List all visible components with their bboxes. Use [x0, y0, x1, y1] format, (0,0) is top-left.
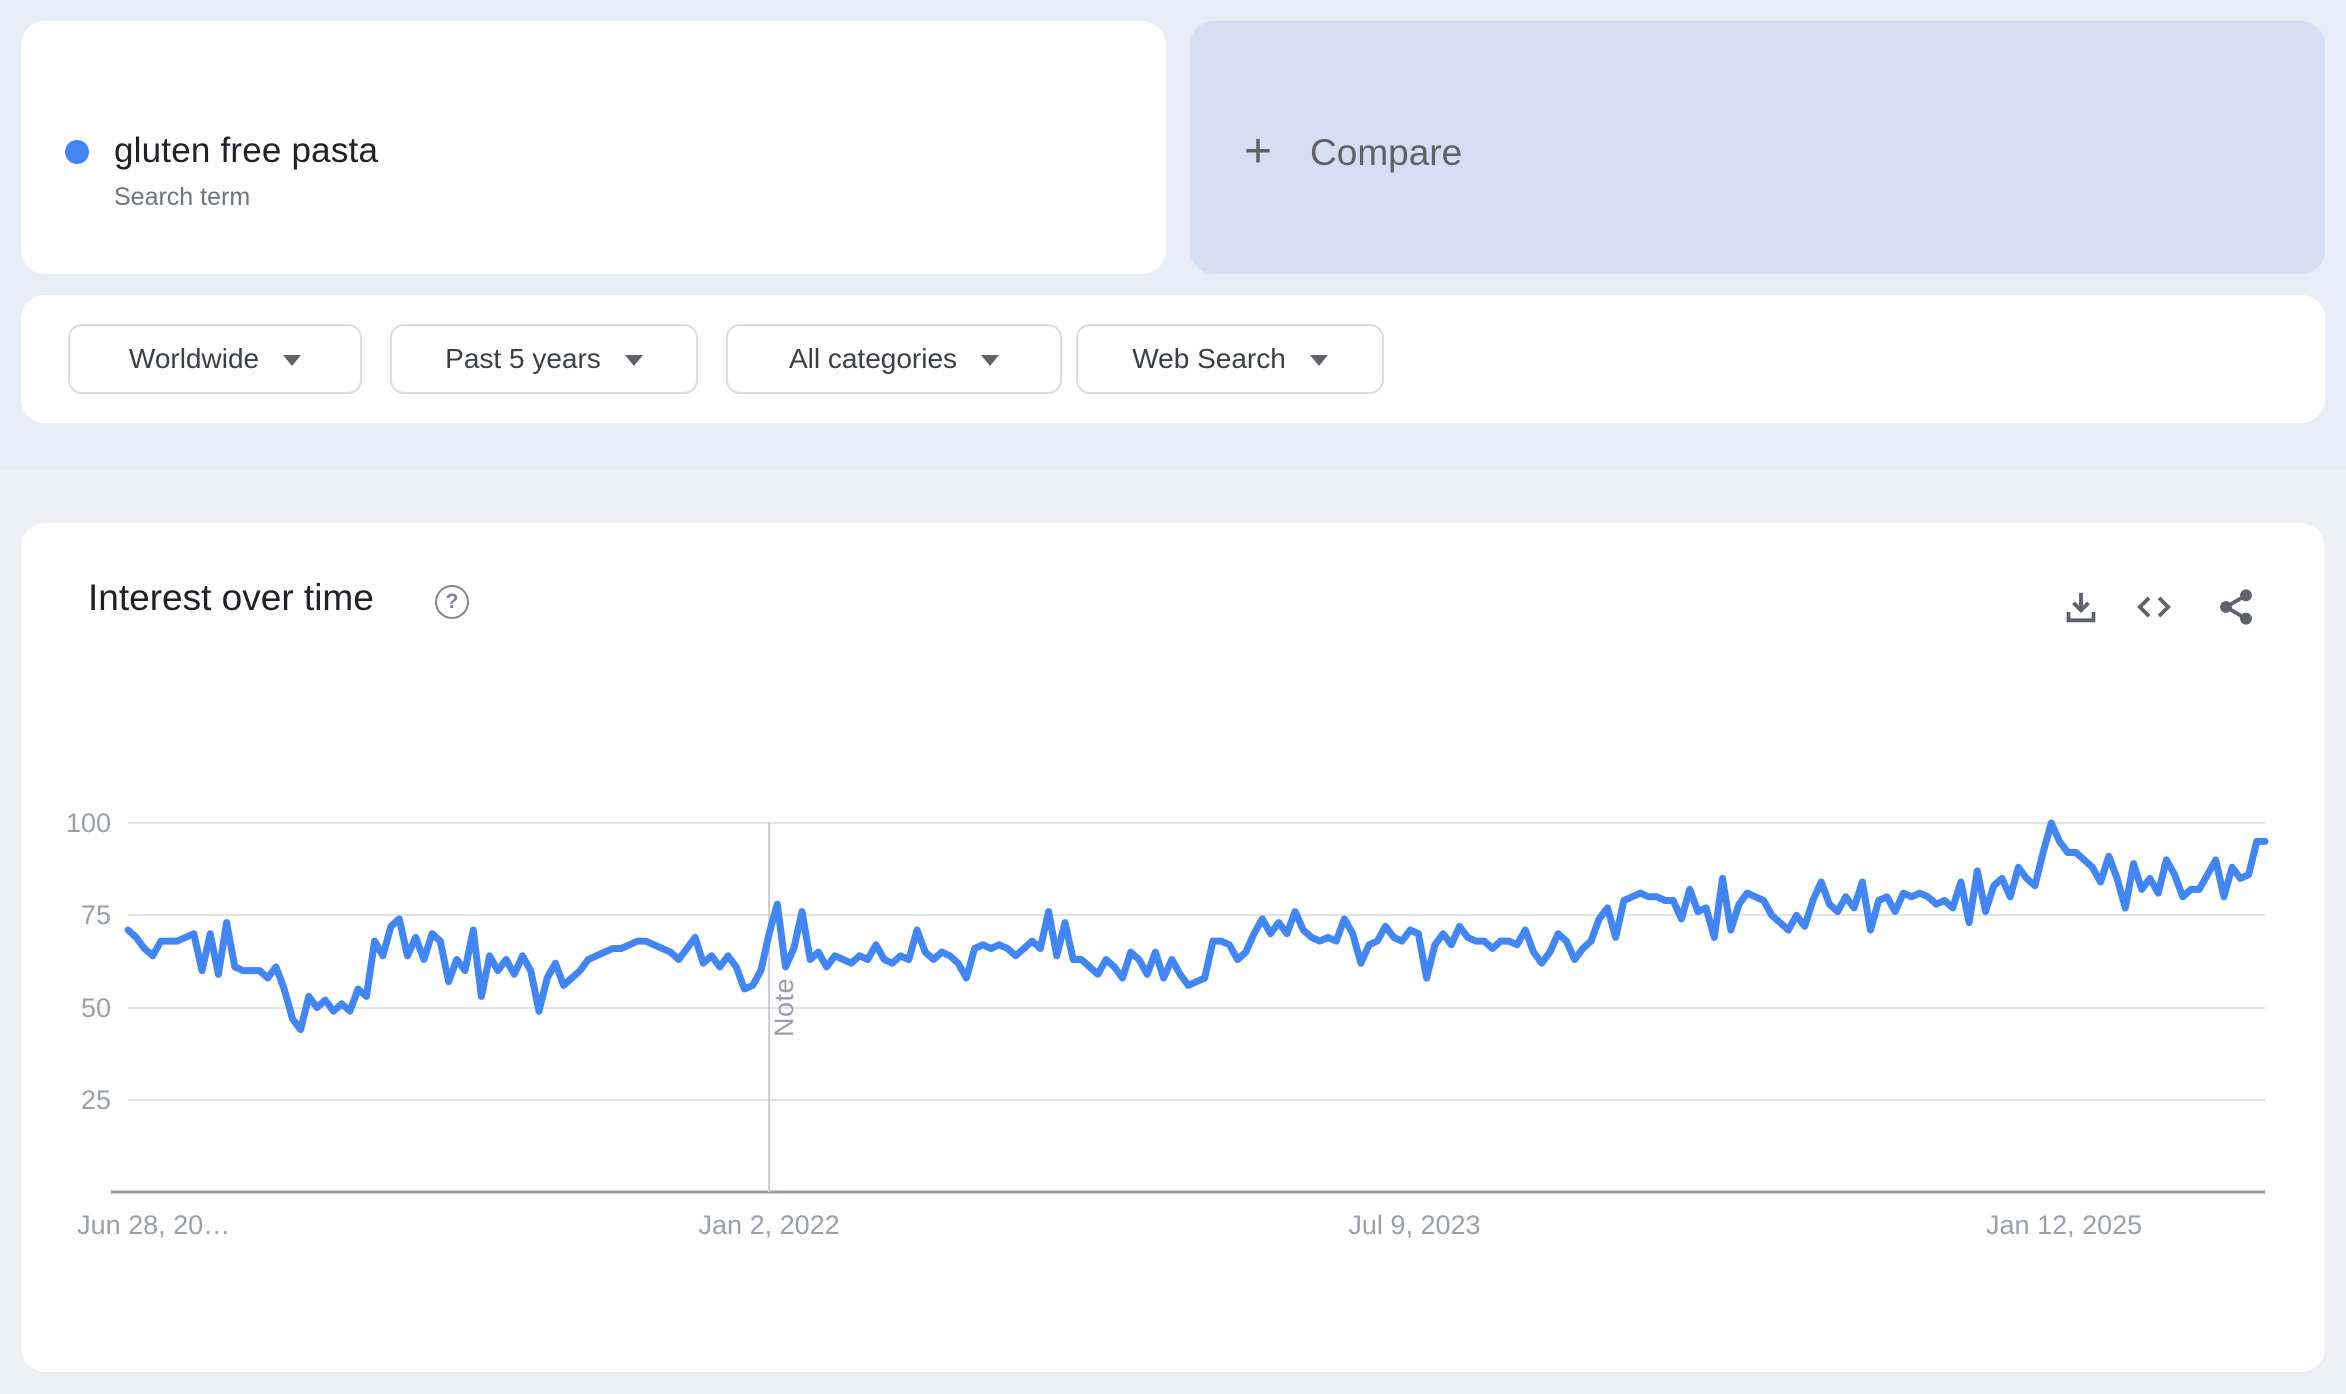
compare-add-button[interactable]: + Compare [1190, 21, 2325, 274]
search-term-label: gluten free pasta [114, 131, 379, 170]
compare-label: Compare [1310, 131, 1463, 173]
filter-bar: Worldwide Past 5 years All categories We… [21, 295, 2325, 423]
trend-chart [111, 819, 2269, 1194]
search-term-type: Search term [114, 183, 251, 211]
chevron-down-icon [283, 355, 302, 366]
ytick-25: 25 [80, 1085, 111, 1115]
ytick-50: 50 [80, 993, 111, 1023]
filter-region-label: Worldwide [128, 343, 260, 374]
plus-icon: + [1244, 124, 1273, 178]
trend-line[interactable] [124, 819, 2269, 1034]
chevron-down-icon [1309, 355, 1328, 366]
filter-region-dropdown[interactable]: Worldwide [68, 324, 362, 394]
filter-timerange-dropdown[interactable]: Past 5 years [390, 324, 698, 394]
chevron-down-icon [981, 355, 1000, 366]
filter-category-label: All categories [788, 343, 958, 374]
search-term-card[interactable]: gluten free pasta Search term [21, 21, 1166, 274]
xtick-start: Jun 28, 20… [77, 1210, 231, 1240]
chevron-down-icon [624, 355, 643, 366]
xtick-jul-2023: Jul 9, 2023 [1348, 1210, 1481, 1240]
filter-timerange-label: Past 5 years [445, 343, 601, 374]
filter-category-dropdown[interactable]: All categories [726, 324, 1062, 394]
ytick-75: 75 [80, 900, 111, 930]
xtick-jan-2025: Jan 12, 2025 [1986, 1210, 2143, 1240]
interest-over-time-panel: Interest over time ? 100 75 50 25 Jun 28… [21, 523, 2325, 1372]
ytick-100: 100 [65, 808, 111, 838]
header-section: gluten free pasta Search term + Compare … [0, 0, 2346, 470]
note-label[interactable]: Note [769, 978, 800, 1037]
xtick-jan-2022: Jan 2, 2022 [698, 1210, 840, 1240]
series-color-dot-icon [65, 140, 89, 164]
filter-searchtype-dropdown[interactable]: Web Search [1076, 324, 1384, 394]
filter-searchtype-label: Web Search [1132, 343, 1286, 374]
